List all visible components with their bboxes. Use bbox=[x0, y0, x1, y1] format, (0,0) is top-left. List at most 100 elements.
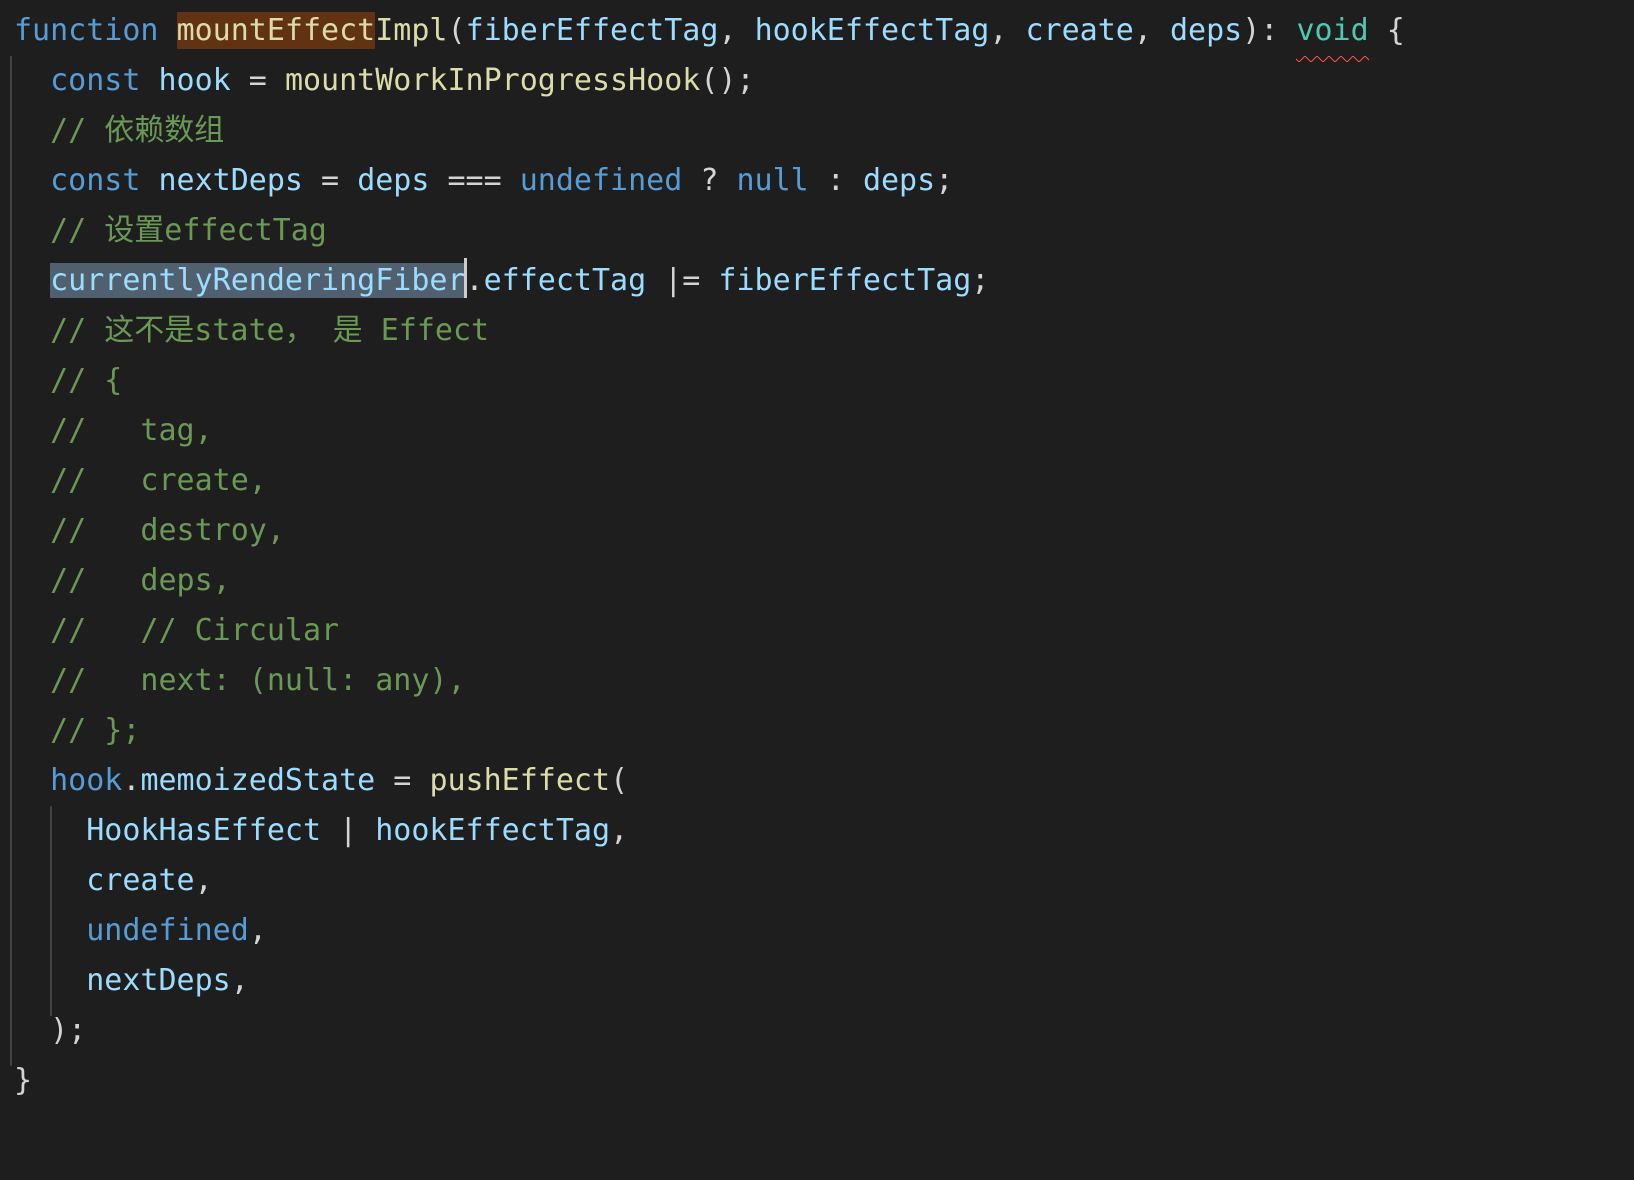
code-line[interactable]: // next: (null: any), bbox=[0, 656, 1634, 706]
code-line[interactable]: // create, bbox=[0, 456, 1634, 506]
code-token-keyword: const bbox=[50, 63, 141, 98]
code-line[interactable]: // tag, bbox=[0, 406, 1634, 456]
code-token-comment: // create, bbox=[50, 463, 267, 498]
code-token-punctuation bbox=[159, 13, 177, 48]
code-token-variable: nextDeps bbox=[158, 163, 304, 198]
code-token-comment: // 设置effectTag bbox=[50, 213, 327, 248]
code-token-punctuation: ); bbox=[14, 1013, 87, 1048]
code-token-punctuation: , bbox=[989, 13, 1026, 48]
code-token-variable: deps bbox=[862, 163, 936, 198]
code-token-function: mountWorkInProgressHook bbox=[284, 63, 701, 98]
code-token-keyword: undefined bbox=[519, 163, 683, 198]
code-token-variable: HookHasEffect bbox=[86, 813, 322, 848]
code-token-punctuation: | bbox=[321, 813, 376, 848]
code-token-punctuation bbox=[14, 513, 50, 548]
code-token-punctuation bbox=[14, 213, 50, 248]
code-token-punctuation bbox=[14, 563, 50, 598]
code-token-punctuation bbox=[14, 263, 50, 298]
code-token-comment: // // Circular bbox=[50, 613, 340, 648]
code-token-punctuation: { bbox=[1368, 13, 1405, 48]
code-token-punctuation bbox=[14, 463, 50, 498]
code-token-punctuation bbox=[14, 313, 50, 348]
code-line[interactable]: // { bbox=[0, 356, 1634, 406]
code-token-keyword: const bbox=[50, 163, 141, 198]
code-token-punctuation: , bbox=[718, 13, 755, 48]
code-line[interactable]: // }; bbox=[0, 706, 1634, 756]
code-line[interactable]: // 依赖数组 bbox=[0, 106, 1634, 156]
code-token-variable: hookEffectTag bbox=[754, 13, 990, 48]
code-line[interactable]: nextDeps, bbox=[0, 956, 1634, 1006]
code-token-keyword: null bbox=[736, 163, 809, 198]
code-token-variable: memoizedState bbox=[140, 763, 376, 798]
code-token-variable: create bbox=[86, 863, 195, 898]
code-content[interactable]: function mountEffectImpl(fiberEffectTag,… bbox=[0, 0, 1634, 1106]
code-token-variable: deps bbox=[357, 163, 430, 198]
code-token-keyword: undefined bbox=[86, 913, 249, 948]
code-line[interactable]: // deps, bbox=[0, 556, 1634, 606]
code-token-comment: // deps, bbox=[50, 563, 231, 598]
code-token-punctuation: ( bbox=[447, 13, 466, 48]
code-token-type: void bbox=[1296, 13, 1369, 48]
code-token-variable: effectTag bbox=[483, 263, 647, 298]
code-line[interactable]: // 这不是state， 是 Effect bbox=[0, 306, 1634, 356]
code-token-punctuation: === bbox=[429, 163, 520, 198]
code-line[interactable]: function mountEffectImpl(fiberEffectTag,… bbox=[0, 6, 1634, 62]
code-token-function: Impl bbox=[375, 13, 448, 48]
code-token-punctuation bbox=[14, 663, 50, 698]
code-line[interactable]: hook.memoizedState = pushEffect( bbox=[0, 756, 1634, 806]
code-token-punctuation bbox=[14, 863, 86, 898]
error-squiggle-underline: void bbox=[1296, 6, 1369, 62]
code-line[interactable]: const hook = mountWorkInProgressHook(); bbox=[0, 56, 1634, 106]
code-token-function: pushEffect bbox=[429, 763, 611, 798]
code-token-punctuation: ; bbox=[935, 163, 954, 198]
code-token-punctuation: ): bbox=[1242, 13, 1297, 48]
code-token-punctuation bbox=[14, 413, 50, 448]
code-token-comment: // tag, bbox=[50, 413, 213, 448]
code-token-punctuation bbox=[14, 913, 86, 948]
code-line[interactable]: const nextDeps = deps === undefined ? nu… bbox=[0, 156, 1634, 206]
code-token-punctuation bbox=[14, 63, 50, 98]
code-token-punctuation bbox=[14, 763, 50, 798]
code-line[interactable]: } bbox=[0, 1056, 1634, 1106]
code-token-punctuation: : bbox=[808, 163, 863, 198]
code-token-variable: fiberEffectTag bbox=[465, 13, 719, 48]
code-token-punctuation bbox=[14, 363, 50, 398]
code-line[interactable]: // 设置effectTag bbox=[0, 206, 1634, 256]
code-token-punctuation: (); bbox=[700, 63, 755, 98]
code-line[interactable]: undefined, bbox=[0, 906, 1634, 956]
code-line[interactable]: create, bbox=[0, 856, 1634, 906]
code-token-punctuation: ? bbox=[682, 163, 737, 198]
code-token-comment: // { bbox=[50, 363, 123, 398]
code-token-variable: fiberEffectTag bbox=[718, 263, 972, 298]
code-editor[interactable]: function mountEffectImpl(fiberEffectTag,… bbox=[0, 0, 1634, 1180]
code-token-comment: // next: (null: any), bbox=[50, 663, 466, 698]
code-token-variable: hookEffectTag bbox=[375, 813, 611, 848]
code-token-punctuation: = bbox=[230, 63, 285, 98]
code-line[interactable]: // // Circular bbox=[0, 606, 1634, 656]
code-token-punctuation bbox=[14, 963, 86, 998]
code-token-variable: create bbox=[1025, 13, 1134, 48]
code-token-punctuation bbox=[14, 613, 50, 648]
code-token-comment: // }; bbox=[50, 713, 141, 748]
code-token-punctuation: , bbox=[1133, 13, 1170, 48]
code-token-punctuation: ( bbox=[610, 763, 629, 798]
code-token-punctuation bbox=[14, 113, 50, 148]
code-token-punctuation: = bbox=[303, 163, 358, 198]
code-token-variable: deps bbox=[1170, 13, 1243, 48]
code-token-punctuation: , bbox=[230, 963, 249, 998]
code-token-punctuation bbox=[140, 63, 158, 98]
code-line[interactable]: currentlyRenderingFiber.effectTag |= fib… bbox=[0, 256, 1634, 306]
code-token-keyword: function bbox=[14, 13, 159, 48]
code-line[interactable]: HookHasEffect | hookEffectTag, bbox=[0, 806, 1634, 856]
code-line[interactable]: ); bbox=[0, 1006, 1634, 1056]
code-token-punctuation: = bbox=[375, 763, 430, 798]
occurrence-highlight: mountEffect bbox=[176, 12, 376, 49]
code-token-punctuation: . bbox=[122, 763, 141, 798]
text-selection: currentlyRenderingFiber bbox=[50, 263, 466, 298]
code-token-punctuation bbox=[140, 163, 158, 198]
code-token-punctuation bbox=[14, 813, 86, 848]
code-line[interactable]: // destroy, bbox=[0, 506, 1634, 556]
code-token-punctuation bbox=[14, 163, 50, 198]
code-token-punctuation: } bbox=[14, 1063, 33, 1098]
code-token-variable: hook bbox=[158, 63, 231, 98]
